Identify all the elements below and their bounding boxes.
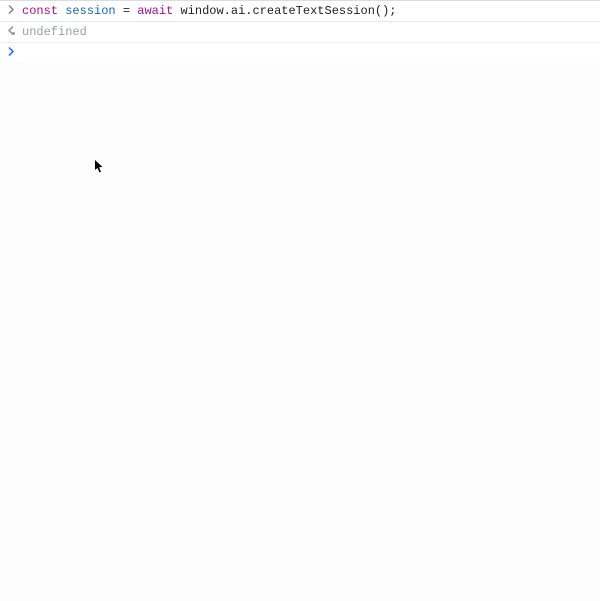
- console-input[interactable]: [18, 46, 600, 60]
- code-token: const: [22, 4, 58, 18]
- console-output-row: undefined: [0, 22, 600, 43]
- console-input-row[interactable]: const session = await window.ai.createTe…: [0, 1, 600, 22]
- console-input-code: const session = await window.ai.createTe…: [18, 4, 600, 18]
- code-token: =: [116, 4, 138, 18]
- prompt-chevron-icon: [4, 46, 18, 56]
- code-token: session: [65, 4, 115, 18]
- mouse-cursor-icon: [95, 160, 105, 174]
- code-token: await: [137, 4, 173, 18]
- output-chevron-icon: [4, 25, 18, 35]
- input-chevron-icon: [4, 4, 18, 14]
- output-dot-icon: [12, 32, 15, 35]
- code-token: window.ai.createTextSession();: [173, 4, 396, 18]
- console-panel: const session = await window.ai.createTe…: [0, 0, 600, 63]
- console-output-value: undefined: [18, 25, 600, 39]
- console-prompt-row[interactable]: [0, 43, 600, 63]
